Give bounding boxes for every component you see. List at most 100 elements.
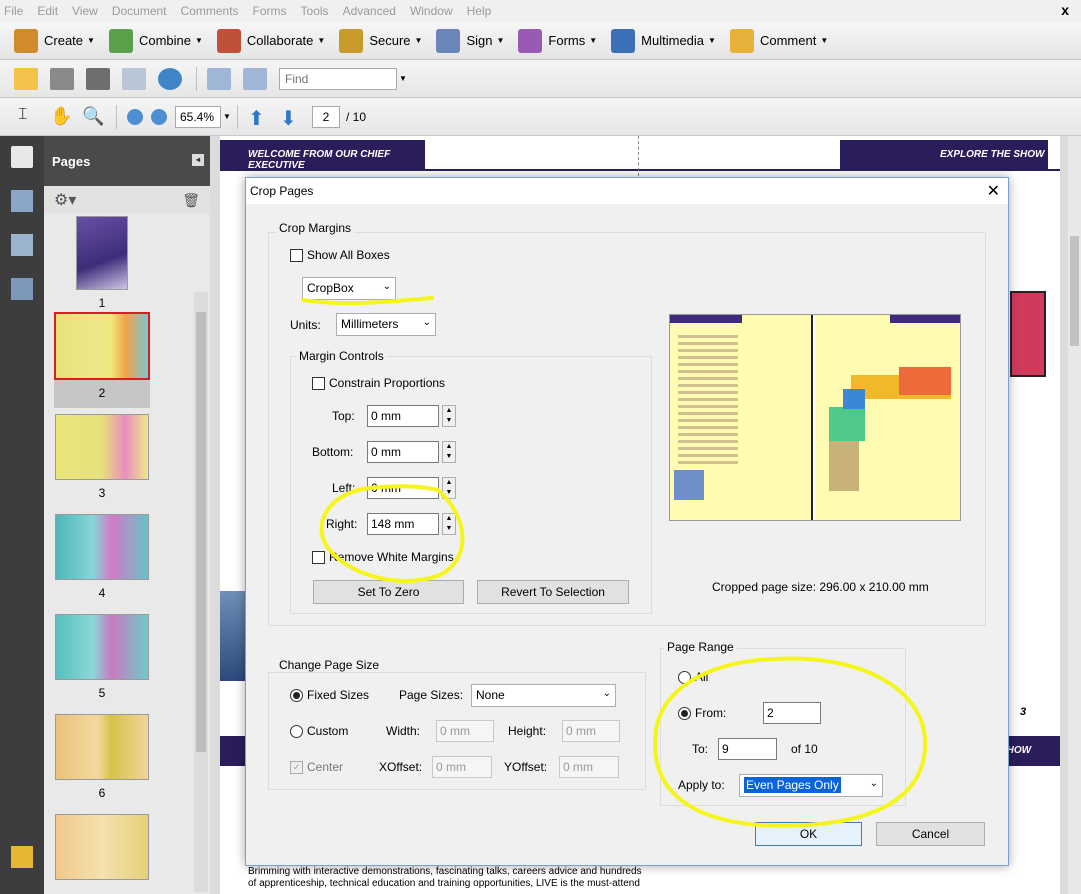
units-select[interactable]: Millimeters ⌄ (336, 313, 436, 336)
task-sign-button[interactable]: Sign ▼ (436, 28, 504, 53)
scrollbar-thumb[interactable] (1070, 236, 1079, 346)
collapse-panel-icon[interactable]: ◂ (192, 154, 204, 166)
bookmarks-icon[interactable] (11, 190, 33, 212)
height-field[interactable]: 0 mm (562, 720, 620, 742)
menu-forms[interactable]: Forms (253, 4, 287, 18)
zoom-dropdown-icon[interactable]: ▼ (223, 112, 235, 121)
xoffset-field[interactable]: 0 mm (432, 756, 492, 778)
find-dropdown-icon[interactable]: ▼ (399, 74, 411, 83)
page-thumbnail[interactable] (54, 814, 150, 880)
page-sizes-select[interactable]: None ⌄ (471, 684, 616, 707)
menu-document[interactable]: Document (112, 4, 167, 18)
page-thumbnail[interactable]: 5 (54, 614, 150, 700)
bottom-margin-field[interactable]: 0 mm (367, 441, 439, 463)
layers-icon[interactable] (11, 234, 33, 256)
zoom-tool-icon[interactable]: 🔍 (82, 106, 104, 128)
show-all-boxes-checkbox[interactable]: Show All Boxes (290, 248, 390, 262)
fit-width-icon[interactable] (207, 67, 231, 90)
menu-file[interactable]: File (4, 4, 23, 18)
find-input[interactable] (279, 67, 397, 90)
apply-to-select[interactable]: Even Pages Only ⌄ (739, 774, 883, 797)
custom-radio[interactable]: Custom (290, 724, 348, 738)
page-thumbnail[interactable]: 1 (54, 216, 150, 310)
next-page-icon[interactable]: ⬇ (280, 106, 300, 130)
right-margin-field[interactable]: 148 mm (367, 513, 439, 535)
previous-page-icon[interactable]: ⬆ (248, 106, 268, 130)
top-margin-stepper[interactable]: ▲ ▼ (442, 405, 456, 427)
task-combine-button[interactable]: Combine ▼ (108, 28, 203, 53)
scrollbar-thumb[interactable] (196, 312, 206, 752)
zoom-in-icon[interactable] (151, 108, 167, 125)
radio-button[interactable] (678, 670, 691, 684)
fit-page-icon[interactable] (243, 67, 267, 90)
save-icon[interactable] (86, 67, 110, 90)
revert-to-selection-button[interactable]: Revert To Selection (477, 580, 629, 604)
chevron-down-icon: ⌄ (602, 688, 611, 699)
to-label: To: (692, 742, 709, 756)
remove-white-margins-checkbox[interactable]: Remove White Margins (312, 550, 454, 564)
menu-help[interactable]: Help (467, 4, 492, 18)
signatures-icon[interactable] (11, 278, 33, 300)
menu-tools[interactable]: Tools (301, 4, 329, 18)
open-folder-icon[interactable] (14, 67, 38, 90)
task-multimedia-button[interactable]: Multimedia ▼ (611, 28, 716, 53)
options-gear-icon[interactable]: ⚙▾ (54, 190, 76, 210)
comments-icon[interactable] (11, 846, 33, 868)
ok-button[interactable]: OK (755, 822, 862, 846)
task-label: Secure (369, 33, 411, 48)
page-thumbnail[interactable]: 4 (54, 514, 150, 600)
all-pages-radio[interactable]: All (678, 670, 708, 684)
menu-advanced[interactable]: Advanced (343, 4, 396, 18)
checkbox-box[interactable] (290, 248, 303, 262)
radio-button[interactable] (290, 688, 303, 702)
radio-button[interactable] (290, 724, 303, 738)
hand-tool-icon[interactable]: ✋ (50, 106, 72, 128)
page-thumbnail-selected[interactable]: 2 (54, 312, 150, 408)
page-thumbnail[interactable]: 3 (54, 414, 150, 500)
set-to-zero-button[interactable]: Set To Zero (313, 580, 464, 604)
right-margin-stepper[interactable]: ▲ ▼ (442, 513, 456, 535)
left-margin-field[interactable]: 0 mm (367, 477, 439, 499)
task-label: Create (44, 33, 84, 48)
delete-page-icon[interactable]: 🗑 (182, 192, 200, 209)
globe-icon[interactable] (158, 67, 182, 90)
menu-comments[interactable]: Comments (181, 4, 239, 18)
task-collaborate-button[interactable]: Collaborate ▼ (216, 28, 325, 53)
page-thumbnail[interactable]: 6 (54, 714, 150, 800)
cancel-button[interactable]: Cancel (876, 822, 985, 846)
task-create-button[interactable]: Create ▼ (14, 28, 95, 53)
radio-button[interactable] (678, 706, 691, 720)
task-secure-button[interactable]: Secure ▼ (339, 28, 422, 53)
zoom-level-field[interactable]: 65.4% (175, 105, 221, 128)
center-checkbox[interactable]: ✓ Center (290, 760, 343, 774)
checkbox-box[interactable] (312, 376, 325, 390)
page-number-field[interactable]: 2 (312, 105, 340, 128)
menu-edit[interactable]: Edit (37, 4, 58, 18)
close-document-icon[interactable]: x (1061, 2, 1069, 18)
print-icon[interactable] (50, 67, 74, 90)
from-radio[interactable]: From: (678, 706, 726, 720)
checkbox-box[interactable]: ✓ (290, 760, 303, 774)
constrain-proportions-checkbox[interactable]: Constrain Proportions (312, 376, 445, 390)
menu-view[interactable]: View (72, 4, 98, 18)
bottom-margin-stepper[interactable]: ▲ ▼ (442, 441, 456, 463)
from-page-field[interactable]: 2 (763, 702, 821, 724)
checkbox-box[interactable] (312, 550, 325, 564)
pages-panel-scrollbar[interactable] (194, 292, 208, 892)
yoffset-field[interactable]: 0 mm (559, 756, 619, 778)
menu-window[interactable]: Window (410, 4, 453, 18)
task-comment-button[interactable]: Comment ▼ (729, 28, 828, 53)
fixed-sizes-radio[interactable]: Fixed Sizes (290, 688, 369, 702)
to-page-field[interactable]: 9 (718, 738, 777, 760)
box-type-select[interactable]: CropBox ⌄ (302, 277, 396, 300)
width-field[interactable]: 0 mm (436, 720, 494, 742)
close-icon[interactable]: ✕ (987, 181, 1000, 201)
email-icon[interactable] (122, 67, 146, 90)
top-margin-field[interactable]: 0 mm (367, 405, 439, 427)
task-forms-button[interactable]: Forms ▼ (518, 28, 597, 53)
zoom-out-icon[interactable] (127, 108, 143, 125)
document-scrollbar[interactable] (1068, 136, 1081, 894)
pages-icon[interactable] (11, 146, 33, 168)
left-margin-stepper[interactable]: ▲ ▼ (442, 477, 456, 499)
select-tool-icon[interactable]: ⌶ (18, 106, 38, 128)
